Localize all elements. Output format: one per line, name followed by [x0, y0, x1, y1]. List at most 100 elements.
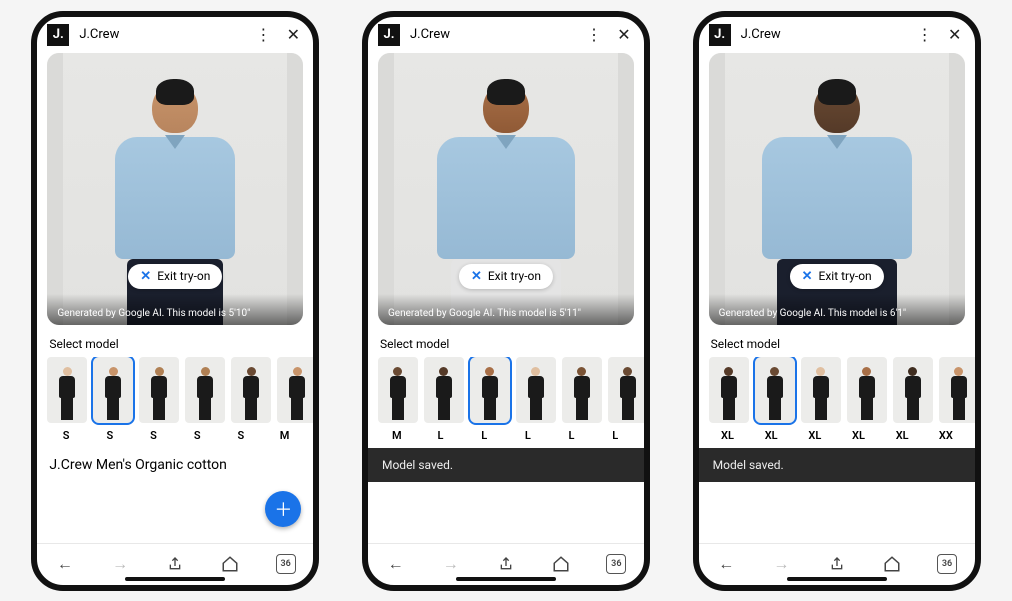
- size-row: XL XL XL XL XL XX: [699, 427, 975, 448]
- size-label: XL: [883, 429, 921, 442]
- phone-frame-1: J. J.Crew ⋮ ✕ ✕ Exit try-on Generated by…: [31, 11, 319, 591]
- phone-frame-2: J. J.Crew ⋮ ✕ ✕ Exit try-on Generated by…: [362, 11, 650, 591]
- model-thumbnail[interactable]: [709, 357, 749, 423]
- size-label: L: [465, 429, 503, 442]
- size-label: S: [47, 429, 85, 442]
- model-thumbnail-row[interactable]: [699, 357, 975, 427]
- phone-frame-3: J. J.Crew ⋮ ✕ ✕ Exit try-on Generated by…: [693, 11, 981, 591]
- size-label: S: [91, 429, 129, 442]
- hero-image[interactable]: ✕ Exit try-on Generated by Google AI. Th…: [378, 53, 634, 325]
- home-icon[interactable]: [880, 552, 904, 576]
- size-row: SSSSSM: [37, 427, 313, 448]
- share-icon[interactable]: [163, 552, 187, 576]
- close-icon[interactable]: ✕: [945, 25, 965, 44]
- x-icon: ✕: [802, 269, 813, 284]
- model-thumbnail[interactable]: [93, 357, 133, 423]
- size-label: L: [509, 429, 547, 442]
- more-icon[interactable]: ⋮: [915, 25, 935, 44]
- model-thumbnail[interactable]: [562, 357, 602, 423]
- model-thumbnail[interactable]: [801, 357, 841, 423]
- ai-caption: Generated by Google AI. This model is 6'…: [709, 294, 965, 325]
- back-icon[interactable]: ←: [384, 552, 408, 576]
- tabs-icon[interactable]: 36: [935, 552, 959, 576]
- model-thumbnail[interactable]: [139, 357, 179, 423]
- size-row: MLLLLL: [368, 427, 644, 448]
- exit-tryon-button[interactable]: ✕ Exit try-on: [128, 264, 222, 289]
- size-label: L: [596, 429, 634, 442]
- app-header: J. J.Crew ⋮ ✕: [699, 17, 975, 53]
- close-icon[interactable]: ✕: [614, 25, 634, 44]
- model-thumbnail[interactable]: [47, 357, 87, 423]
- model-thumbnail[interactable]: [231, 357, 271, 423]
- size-label: S: [178, 429, 216, 442]
- add-fab[interactable]: ＋: [265, 491, 301, 527]
- product-title: J.Crew Men's Organic cotton: [37, 448, 313, 474]
- model-thumbnail-row[interactable]: [368, 357, 644, 427]
- x-icon: ✕: [140, 269, 151, 284]
- share-icon[interactable]: [494, 552, 518, 576]
- toast: Model saved.: [699, 448, 975, 482]
- model-thumbnail[interactable]: [277, 357, 313, 423]
- model-thumbnail[interactable]: [893, 357, 933, 423]
- hero-image[interactable]: ✕ Exit try-on Generated by Google AI. Th…: [47, 53, 303, 325]
- ai-caption: Generated by Google AI. This model is 5'…: [47, 294, 303, 325]
- tabs-icon[interactable]: 36: [604, 552, 628, 576]
- model-thumbnail[interactable]: [378, 357, 418, 423]
- home-icon[interactable]: [218, 552, 242, 576]
- brand-icon: J.: [709, 24, 731, 46]
- model-thumbnail[interactable]: [847, 357, 887, 423]
- back-icon[interactable]: ←: [53, 552, 77, 576]
- home-indicator: [456, 577, 556, 581]
- model-thumbnail[interactable]: [516, 357, 556, 423]
- exit-tryon-button[interactable]: ✕ Exit try-on: [790, 264, 884, 289]
- forward-icon[interactable]: →: [769, 552, 793, 576]
- toast: Model saved.: [368, 448, 644, 482]
- app-header: J. J.Crew ⋮ ✕: [37, 17, 313, 53]
- model-thumbnail[interactable]: [185, 357, 225, 423]
- model-thumbnail[interactable]: [424, 357, 464, 423]
- size-label: XL: [840, 429, 878, 442]
- size-label: M: [378, 429, 416, 442]
- back-icon[interactable]: ←: [714, 552, 738, 576]
- select-model-label: Select model: [711, 337, 963, 351]
- more-icon[interactable]: ⋮: [253, 25, 273, 44]
- size-label: XL: [709, 429, 747, 442]
- exit-label: Exit try-on: [157, 269, 210, 283]
- model-thumbnail[interactable]: [608, 357, 644, 423]
- brand-name: J.Crew: [410, 27, 574, 42]
- brand-name: J.Crew: [79, 27, 243, 42]
- size-label: M: [266, 429, 304, 442]
- close-icon[interactable]: ✕: [283, 25, 303, 44]
- brand-icon: J.: [378, 24, 400, 46]
- select-model-label: Select model: [49, 337, 301, 351]
- size-label: S: [135, 429, 173, 442]
- size-label: XL: [752, 429, 790, 442]
- share-icon[interactable]: [825, 552, 849, 576]
- size-label: L: [553, 429, 591, 442]
- ai-caption: Generated by Google AI. This model is 5'…: [378, 294, 634, 325]
- forward-icon[interactable]: →: [108, 552, 132, 576]
- home-icon[interactable]: [549, 552, 573, 576]
- exit-label: Exit try-on: [819, 269, 872, 283]
- tabs-icon[interactable]: 36: [274, 552, 298, 576]
- size-label: XX: [927, 429, 965, 442]
- x-icon: ✕: [471, 269, 482, 284]
- home-indicator: [787, 577, 887, 581]
- brand-name: J.Crew: [741, 27, 905, 42]
- model-thumbnail[interactable]: [470, 357, 510, 423]
- brand-icon: J.: [47, 24, 69, 46]
- size-label: S: [222, 429, 260, 442]
- exit-tryon-button[interactable]: ✕ Exit try-on: [459, 264, 553, 289]
- model-thumbnail-row[interactable]: [37, 357, 313, 427]
- select-model-label: Select model: [380, 337, 632, 351]
- size-label: XL: [796, 429, 834, 442]
- more-icon[interactable]: ⋮: [584, 25, 604, 44]
- exit-label: Exit try-on: [488, 269, 541, 283]
- size-label: L: [422, 429, 460, 442]
- model-thumbnail[interactable]: [755, 357, 795, 423]
- forward-icon[interactable]: →: [439, 552, 463, 576]
- model-thumbnail[interactable]: [939, 357, 975, 423]
- home-indicator: [125, 577, 225, 581]
- hero-image[interactable]: ✕ Exit try-on Generated by Google AI. Th…: [709, 53, 965, 325]
- app-header: J. J.Crew ⋮ ✕: [368, 17, 644, 53]
